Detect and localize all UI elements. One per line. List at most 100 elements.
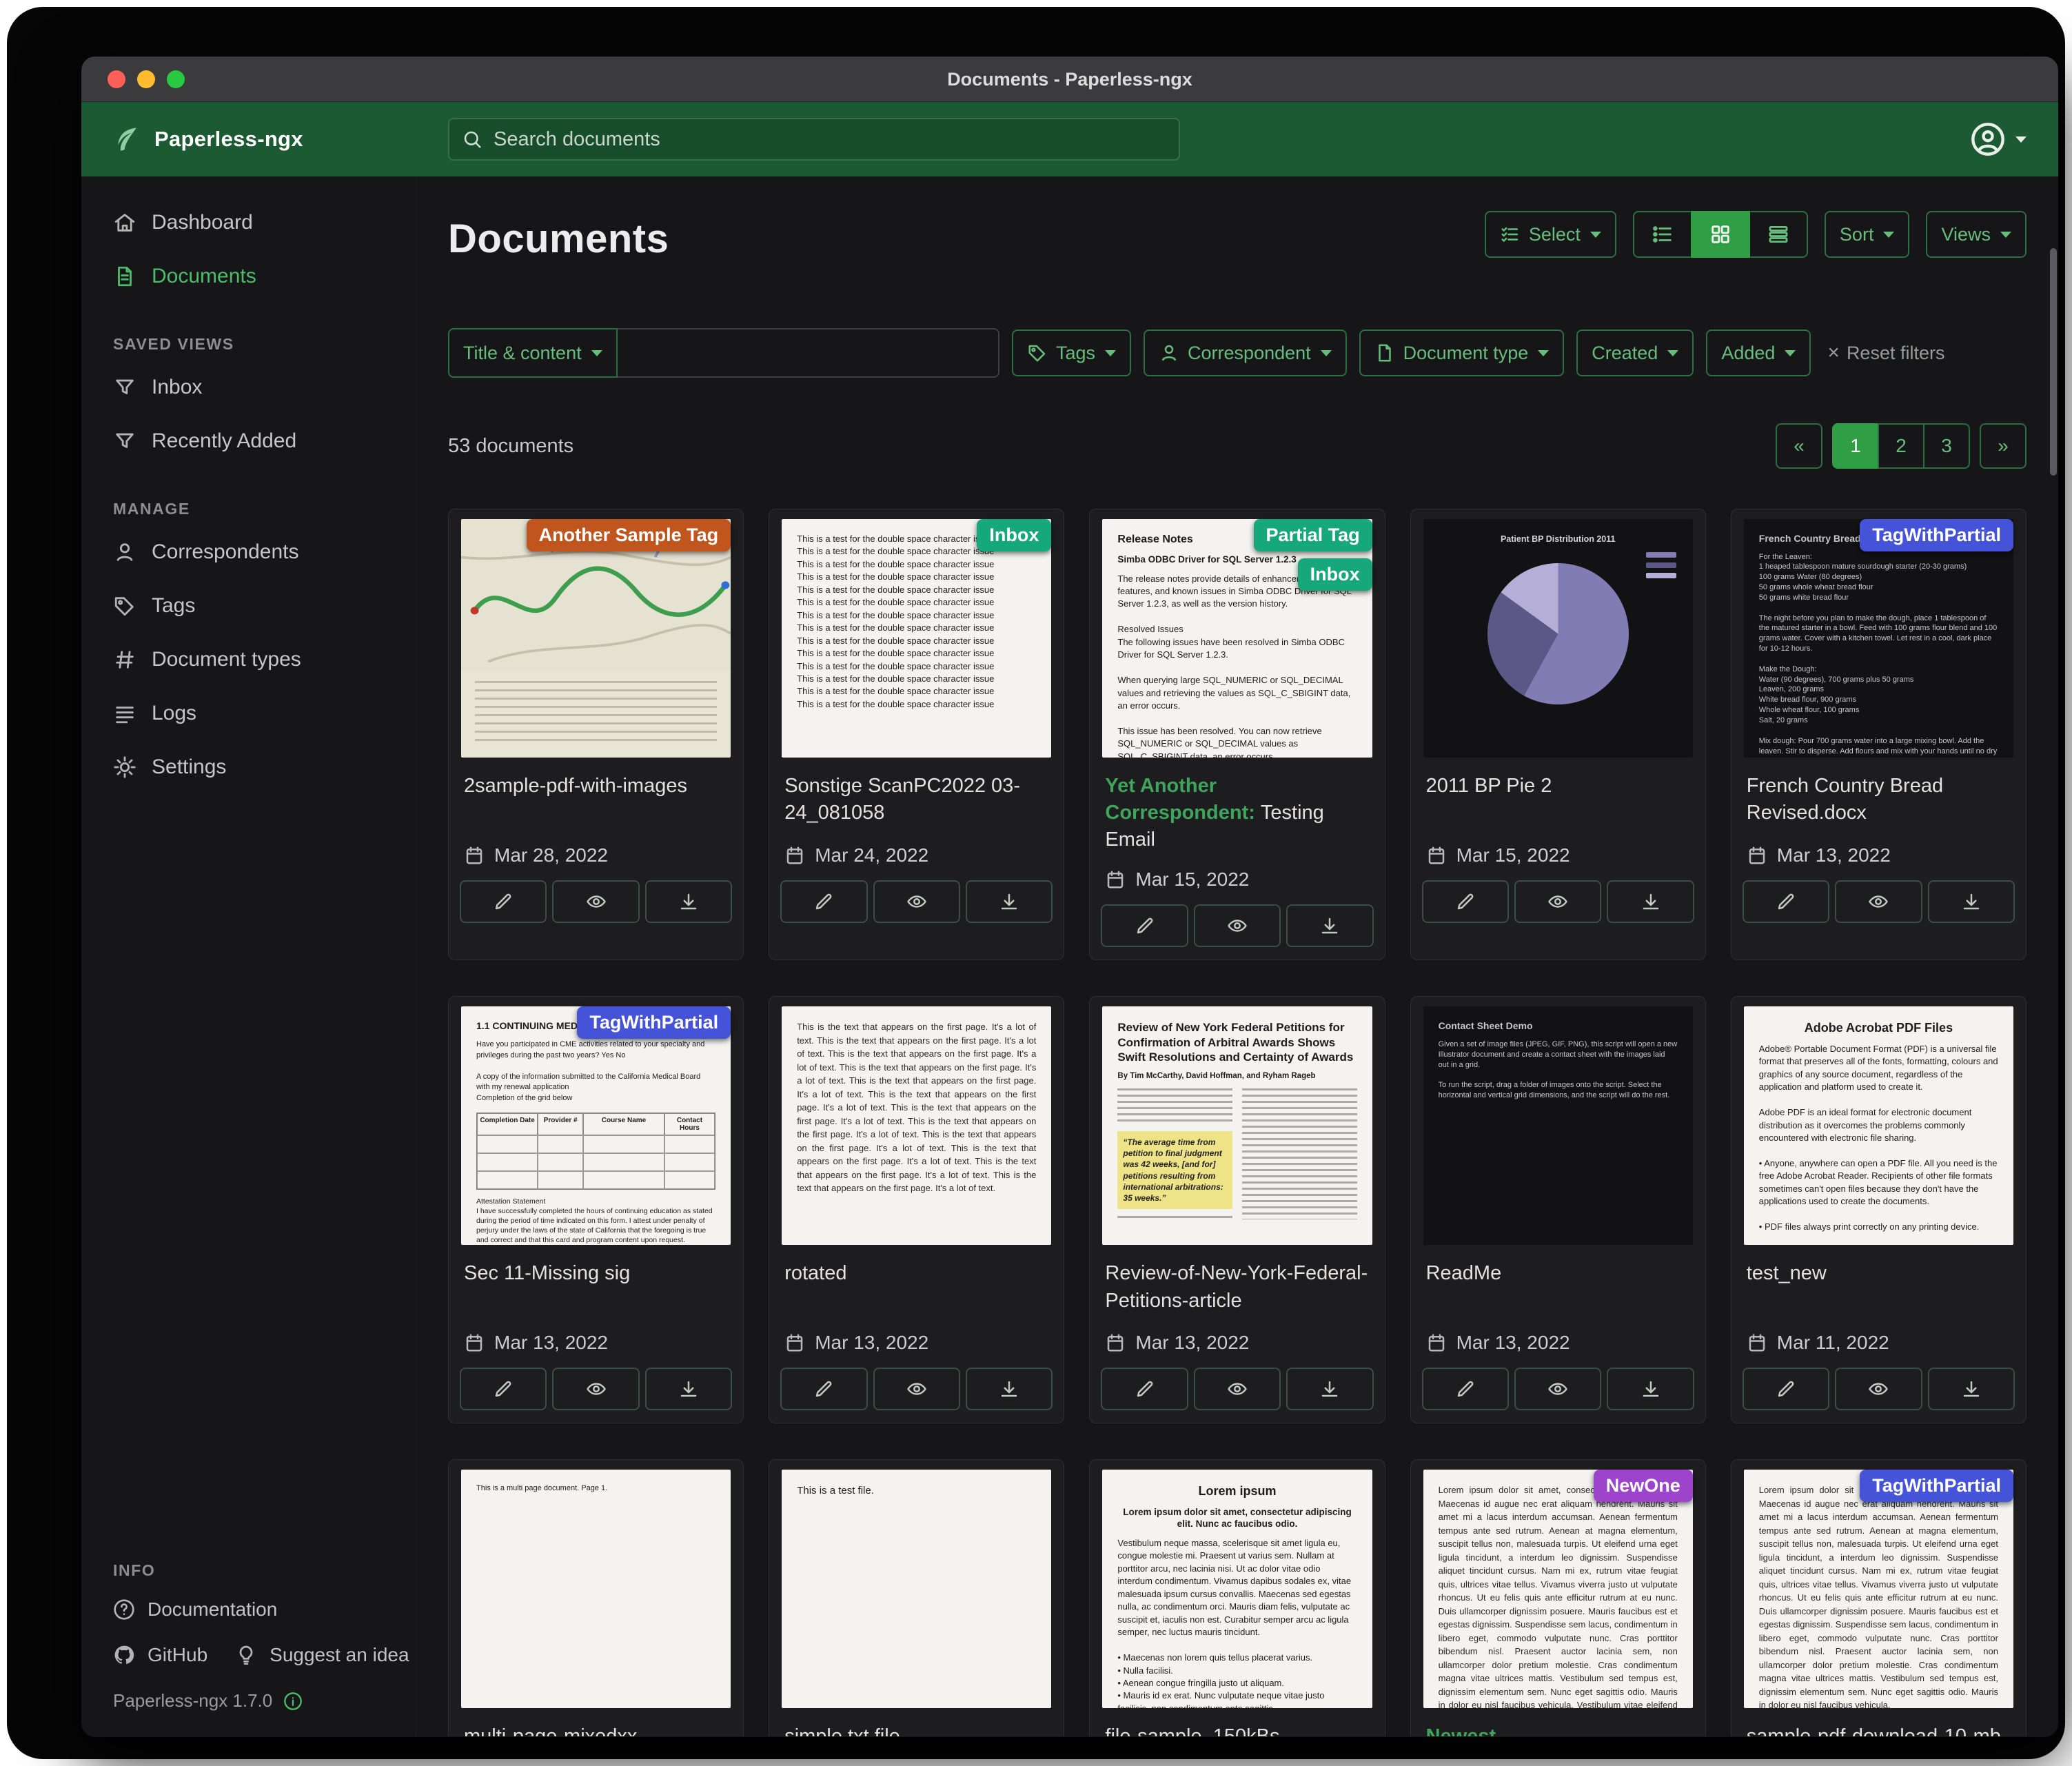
view-document-button[interactable] xyxy=(552,880,639,923)
document-thumbnail[interactable]: Adobe Acrobat PDF Files Adobe® Portabl xyxy=(1731,997,2026,1245)
title-content-input[interactable] xyxy=(618,328,999,378)
added-filter-button[interactable]: Added xyxy=(1706,329,1811,376)
views-button[interactable]: Views xyxy=(1926,211,2027,258)
document-title[interactable]: 2011 BP Pie 2 xyxy=(1411,758,1705,829)
document-title[interactable]: multi-page-mixedxx xyxy=(449,1708,743,1736)
document-correspondent[interactable]: Newest Correspondent: xyxy=(1426,1725,1576,1736)
document-thumbnail[interactable]: TagWithPartial Lorem i xyxy=(1731,1460,2026,1708)
document-title[interactable]: test_new xyxy=(1731,1245,2026,1317)
pagination-page-3[interactable]: 3 xyxy=(1923,423,1970,469)
sidebar-item-dashboard[interactable]: Dashboard xyxy=(81,196,416,250)
view-document-button[interactable] xyxy=(1194,904,1281,947)
document-thumbnail[interactable]: NewOne Lorem ipsum dol xyxy=(1411,1460,1705,1708)
view-document-button[interactable] xyxy=(873,1368,960,1410)
document-title[interactable]: file-sample_150kBs xyxy=(1090,1708,1384,1736)
document-card[interactable]: Patient BP Distribution 2011 xyxy=(1410,509,1706,960)
view-document-button[interactable] xyxy=(552,1368,639,1410)
tag-chip[interactable]: TagWithPartial xyxy=(1860,519,2013,551)
document-card[interactable]: This is a test file. simple txt file xyxy=(769,1459,1064,1736)
tag-chip[interactable]: TagWithPartial xyxy=(1860,1470,2013,1502)
document-title[interactable]: 2sample-pdf-with-images xyxy=(449,758,743,829)
grid-view-button[interactable] xyxy=(1691,211,1750,258)
document-title[interactable]: Sonstige ScanPC2022 03-24_081058 xyxy=(769,758,1064,829)
view-document-button[interactable] xyxy=(1514,880,1601,923)
document-title[interactable]: Review-of-New-York-Federal-Petitions-art… xyxy=(1090,1245,1384,1317)
document-thumbnail[interactable]: Patient BP Distribution 2011 xyxy=(1411,509,1705,758)
document-card[interactable]: This is the text that appears on the fir… xyxy=(769,996,1064,1423)
document-card[interactable]: This is a multi page document. Page 1. m… xyxy=(448,1459,744,1736)
edit-document-button[interactable] xyxy=(460,880,547,923)
document-card[interactable]: TagWithPartial 1.1 CONTINUING MEDICAL ED… xyxy=(448,996,744,1423)
brand[interactable]: Paperless-ngx xyxy=(81,124,416,154)
document-title[interactable]: simple txt file xyxy=(769,1708,1064,1736)
document-title[interactable]: ReadMe xyxy=(1411,1245,1705,1317)
document-title[interactable]: Newest Correspondent:f_combineds xyxy=(1411,1708,1705,1736)
document-card[interactable]: Contact Sheet Demo Given a set of imag xyxy=(1410,996,1706,1423)
edit-document-button[interactable] xyxy=(780,1368,867,1410)
user-menu[interactable] xyxy=(1970,121,2027,157)
document-thumbnail[interactable]: TagWithPartial French Country Bread xyxy=(1731,509,2026,758)
tag-chip[interactable]: Another Sample Tag xyxy=(527,519,731,551)
document-card[interactable]: Adobe Acrobat PDF Files Adobe® Portabl xyxy=(1731,996,2027,1423)
sidebar-item-inbox[interactable]: Inbox xyxy=(81,361,416,414)
correspondent-filter-button[interactable]: Correspondent xyxy=(1144,329,1347,376)
document-correspondent[interactable]: Yet Another Correspondent: xyxy=(1105,775,1255,824)
document-thumbnail[interactable]: Contact Sheet Demo Given a set of imag xyxy=(1411,997,1705,1245)
tag-chip[interactable]: NewOne xyxy=(1594,1470,1693,1502)
document-thumbnail[interactable]: This is the text that appears on the fir… xyxy=(769,997,1064,1245)
document-thumbnail[interactable]: Lorem ipsum Lorem ipsum dolor sit amet, … xyxy=(1090,1460,1384,1708)
sidebar-item-documents[interactable]: Documents xyxy=(81,250,416,303)
sidebar-item-logs[interactable]: Logs xyxy=(81,687,416,740)
document-card[interactable]: Partial TagInbox Release Notes Simba ODB… xyxy=(1089,509,1385,960)
download-document-button[interactable] xyxy=(1286,904,1373,947)
pagination-prev[interactable]: « xyxy=(1776,423,1822,469)
sidebar-item-recently-added[interactable]: Recently Added xyxy=(81,414,416,468)
document-thumbnail[interactable]: Review of New York Federal Petitions for… xyxy=(1090,997,1384,1245)
select-button[interactable]: Select xyxy=(1485,211,1616,258)
scrollbar[interactable] xyxy=(2050,248,2057,476)
global-search[interactable] xyxy=(448,118,1180,161)
info-icon[interactable] xyxy=(283,1692,303,1711)
tag-chip[interactable]: TagWithPartial xyxy=(577,1006,731,1039)
document-title[interactable]: French Country Bread Revised.docx xyxy=(1731,758,2026,829)
sidebar-item-correspondents[interactable]: Correspondents xyxy=(81,525,416,579)
document-card[interactable]: Review of New York Federal Petitions for… xyxy=(1089,996,1385,1423)
edit-document-button[interactable] xyxy=(1422,1368,1509,1410)
document-card[interactable]: Another Sample Tag xyxy=(448,509,744,960)
document-thumbnail[interactable]: TagWithPartial 1.1 CONTINUING MEDICAL ED… xyxy=(449,997,743,1245)
document-type-filter-button[interactable]: Document type xyxy=(1359,329,1565,376)
pagination-page-2[interactable]: 2 xyxy=(1878,423,1924,469)
pagination-next[interactable]: » xyxy=(1980,423,2027,469)
detail-view-button[interactable] xyxy=(1749,211,1808,258)
tag-chip[interactable]: Partial Tag xyxy=(1254,519,1372,551)
view-document-button[interactable] xyxy=(1835,880,1922,923)
document-card[interactable]: TagWithPartial Lorem i xyxy=(1731,1459,2027,1736)
pagination-page-1[interactable]: 1 xyxy=(1832,423,1879,469)
download-document-button[interactable] xyxy=(966,880,1053,923)
sort-button[interactable]: Sort xyxy=(1825,211,1910,258)
document-thumbnail[interactable]: Partial TagInbox Release Notes Simba ODB… xyxy=(1090,509,1384,758)
download-document-button[interactable] xyxy=(645,880,732,923)
view-document-button[interactable] xyxy=(873,880,960,923)
download-document-button[interactable] xyxy=(1607,1368,1694,1410)
view-document-button[interactable] xyxy=(1194,1368,1281,1410)
minimize-window-button[interactable] xyxy=(137,70,155,88)
download-document-button[interactable] xyxy=(1607,880,1694,923)
download-document-button[interactable] xyxy=(966,1368,1053,1410)
edit-document-button[interactable] xyxy=(1743,1368,1829,1410)
reset-filters-button[interactable]: × Reset filters xyxy=(1827,343,1944,364)
download-document-button[interactable] xyxy=(645,1368,732,1410)
sidebar-item-settings[interactable]: Settings xyxy=(81,740,416,794)
created-filter-button[interactable]: Created xyxy=(1576,329,1694,376)
edit-document-button[interactable] xyxy=(1743,880,1829,923)
search-input[interactable] xyxy=(494,128,1166,151)
view-document-button[interactable] xyxy=(1514,1368,1601,1410)
document-card[interactable]: Lorem ipsum Lorem ipsum dolor sit amet, … xyxy=(1089,1459,1385,1736)
edit-document-button[interactable] xyxy=(1101,1368,1188,1410)
sidebar-item-document-types[interactable]: Document types xyxy=(81,633,416,687)
edit-document-button[interactable] xyxy=(1101,904,1188,947)
document-thumbnail[interactable]: This is a test file. xyxy=(769,1460,1064,1708)
download-document-button[interactable] xyxy=(1928,1368,2015,1410)
close-window-button[interactable] xyxy=(108,70,125,88)
suggest-idea-link[interactable]: Suggest an idea xyxy=(207,1632,409,1678)
